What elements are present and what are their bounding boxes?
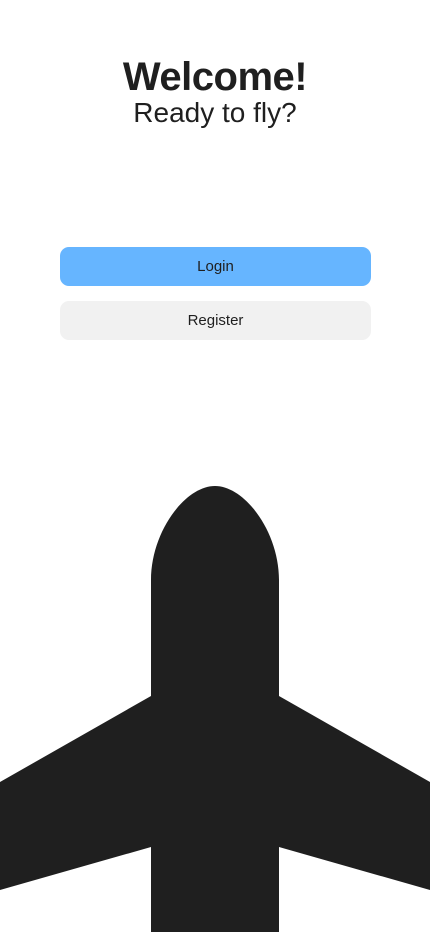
login-button[interactable]: Login (60, 247, 371, 286)
welcome-header: Welcome! Ready to fly? (0, 56, 430, 128)
register-button[interactable]: Register (60, 301, 371, 340)
airplane-icon (0, 486, 430, 932)
page-subtitle: Ready to fly? (133, 97, 297, 128)
page-title: Welcome! (122, 55, 308, 99)
auth-actions: Login Register (60, 247, 371, 340)
